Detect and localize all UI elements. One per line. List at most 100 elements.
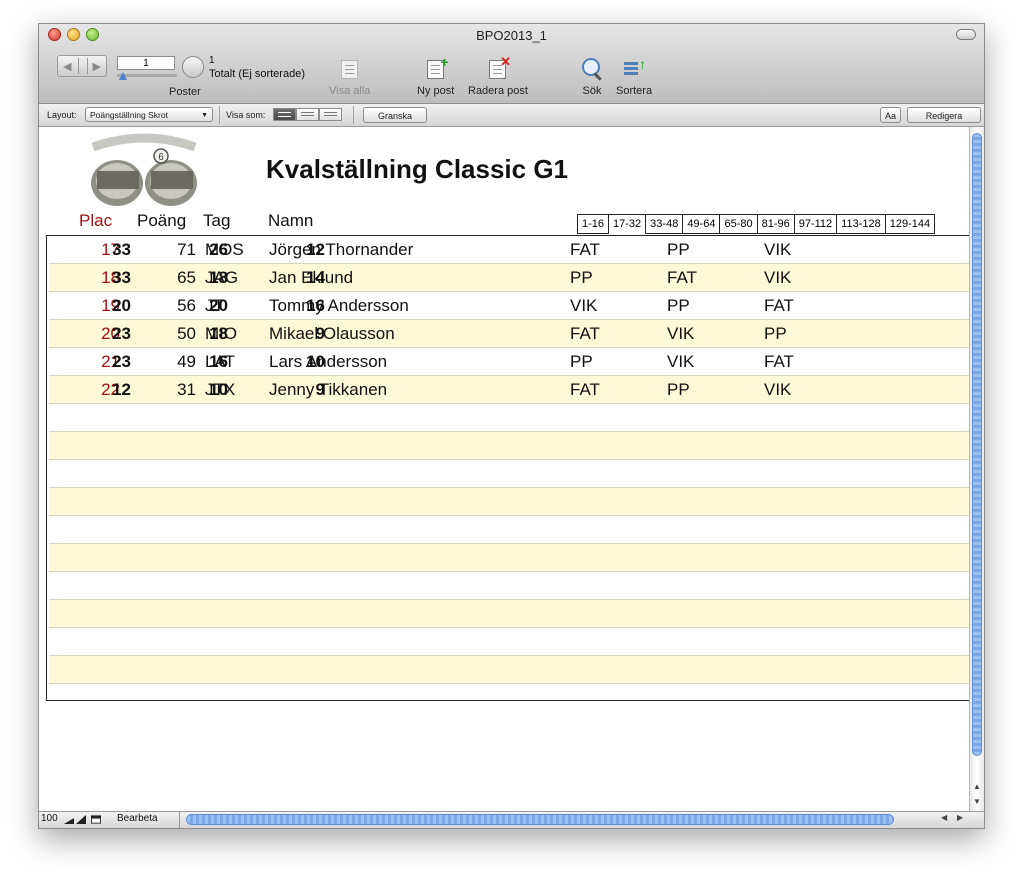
scroll-up-icon[interactable]: ▲ <box>973 782 981 791</box>
table-row[interactable]: 19 56 JT Tommy Andersson 20 VIK 20 PP 16 FAT <box>49 292 970 320</box>
tab-97-112[interactable]: 97-112 <box>793 214 837 234</box>
table-row[interactable]: 17 71 MOS Jörgen Thornander 33 FAT 26 PP 12 VIK <box>49 236 970 264</box>
game-name-2: PP <box>667 296 690 315</box>
delete-record-button[interactable]: ✕ Radera post <box>468 55 528 97</box>
table-row[interactable]: 22 31 JTX Jenny Tikkanen 12 FAT 10 PP 9 VIK <box>49 376 970 404</box>
list-view-icon <box>301 112 314 113</box>
view-form-button[interactable] <box>273 108 296 121</box>
view-list-button[interactable] <box>296 108 319 121</box>
game-score-3: 12 <box>306 240 325 259</box>
record-number-input[interactable]: 1 <box>117 56 175 70</box>
form-view-icon <box>278 112 291 113</box>
header-plac: Plac <box>79 211 113 230</box>
game-score-2: 10 <box>209 380 228 399</box>
empty-table-row[interactable] <box>49 488 970 516</box>
tab-81-96[interactable]: 81-96 <box>756 214 794 234</box>
empty-table-row[interactable] <box>49 404 970 432</box>
game-name-1: FAT <box>570 380 600 399</box>
table-row[interactable]: 20 50 MIO Mikael Olausson 23 FAT 18 VIK 9 PP <box>49 320 970 348</box>
points: 50 <box>177 324 196 343</box>
game-name-1: PP <box>570 352 593 371</box>
empty-table-row[interactable] <box>49 572 970 600</box>
game-name-2: PP <box>667 380 690 399</box>
vertical-scrollbar[interactable]: ▲ ▼ <box>969 127 984 813</box>
show-all-icon <box>337 56 363 82</box>
tab-17-32[interactable]: 17-32 <box>608 214 646 234</box>
game-name-2: PP <box>667 240 690 259</box>
horizontal-scroll-thumb[interactable] <box>186 814 894 825</box>
empty-table-row[interactable] <box>49 516 970 544</box>
empty-table-row[interactable] <box>49 432 970 460</box>
game-score-2: 18 <box>209 324 228 343</box>
toolbar-toggle-button[interactable] <box>956 29 976 40</box>
empty-table-row[interactable] <box>49 460 970 488</box>
records-label: Poster <box>169 86 201 98</box>
game-score-1: 33 <box>112 268 131 287</box>
game-name-2: VIK <box>667 352 695 371</box>
header-namn: Namn <box>268 211 314 230</box>
scroll-right-icon[interactable]: ▶ <box>957 813 963 822</box>
range-tabs: 1-16 17-32 33-48 49-64 65-80 81-96 97-112 113-1… <box>577 214 936 234</box>
layout-select[interactable]: Poängställning Skrot ▼ <box>85 107 213 122</box>
mode-label[interactable]: Bearbeta <box>117 813 158 824</box>
game-name-1: FAT <box>570 240 600 259</box>
previous-record-icon[interactable]: ◀ <box>63 60 71 73</box>
game-score-3: 14 <box>306 268 325 287</box>
tab-49-64[interactable]: 49-64 <box>682 214 720 234</box>
vertical-scroll-thumb[interactable] <box>972 133 982 756</box>
game-name-3: FAT <box>764 296 794 315</box>
game-score-3: 9 <box>315 324 325 343</box>
find-label: Sök <box>582 85 602 97</box>
new-record-button[interactable]: + Ny post <box>417 55 455 97</box>
points: 49 <box>177 352 196 371</box>
report-content: 6 Kvalställning Classic G1 Plac Poäng Ta… <box>39 127 970 813</box>
tab-113-128[interactable]: 113-128 <box>836 214 885 234</box>
empty-table-row[interactable] <box>49 656 970 684</box>
toggle-status-area-icon[interactable] <box>91 815 101 824</box>
game-score-1: 33 <box>112 240 131 259</box>
edit-layout-button[interactable]: Redigera <box>907 107 981 123</box>
font-size-button[interactable]: Aa <box>880 107 901 123</box>
sort-button[interactable]: ↑ Sortera <box>616 56 652 97</box>
zoom-level[interactable]: 100 <box>41 813 58 824</box>
total-count: 1 <box>209 55 215 66</box>
view-table-button[interactable] <box>319 108 342 121</box>
zoom-out-icon[interactable] <box>64 815 74 824</box>
table-view-icon <box>324 112 337 113</box>
game-name-2: VIK <box>667 324 695 343</box>
svg-text:6: 6 <box>158 152 164 163</box>
record-slider-thumb[interactable] <box>119 72 127 80</box>
tab-1-16[interactable]: 1-16 <box>577 214 609 234</box>
scroll-left-icon[interactable]: ◀ <box>941 813 947 822</box>
player-name: Mikael Olausson <box>269 324 395 343</box>
table-row[interactable]: 18 65 JAG Jan Eklund 33 PP 18 FAT 14 VIK <box>49 264 970 292</box>
tab-33-48[interactable]: 33-48 <box>645 214 683 234</box>
layout-select-value: Poängställning Skrot <box>90 110 168 120</box>
next-record-icon[interactable]: ▶ <box>93 60 101 73</box>
game-score-3: 10 <box>306 352 325 371</box>
empty-table-row[interactable] <box>49 628 970 656</box>
game-name-1: FAT <box>570 324 600 343</box>
player-name: Jörgen Thornander <box>269 240 414 259</box>
game-name-2: FAT <box>667 268 697 287</box>
tab-129-144[interactable]: 129-144 <box>884 214 936 234</box>
record-navigator[interactable]: ◀ ▶ <box>57 55 107 77</box>
header-tag: Tag <box>203 211 231 230</box>
report-title: Kvalställning Classic G1 <box>266 154 569 184</box>
game-name-1: PP <box>570 268 593 287</box>
show-all-button[interactable]: Visa alla <box>329 56 370 97</box>
preview-button[interactable]: Granska <box>363 107 427 123</box>
zoom-in-icon[interactable] <box>76 815 86 824</box>
game-score-2: 16 <box>209 352 228 371</box>
tab-65-80[interactable]: 65-80 <box>719 214 757 234</box>
scroll-down-icon[interactable]: ▼ <box>973 797 981 806</box>
game-name-3: VIK <box>764 240 792 259</box>
game-score-3: 9 <box>315 380 325 399</box>
new-record-label: Ny post <box>417 85 455 97</box>
find-button[interactable]: Sök <box>579 56 605 97</box>
empty-table-row[interactable] <box>49 600 970 628</box>
window-title: BPO2013_1 <box>476 28 547 43</box>
game-score-2: 26 <box>209 240 228 259</box>
table-row[interactable]: 21 49 LAT Lars Andersson 23 PP 16 VIK 10 FAT <box>49 348 970 376</box>
empty-table-row[interactable] <box>49 544 970 572</box>
